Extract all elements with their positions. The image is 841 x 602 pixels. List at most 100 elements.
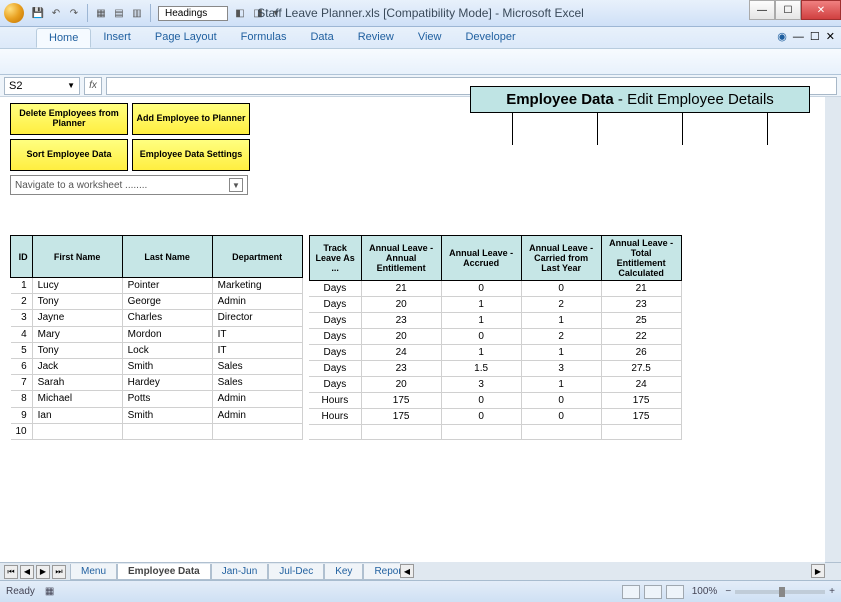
worksheet-area[interactable]: Delete Employees from Planner Add Employ…: [0, 97, 841, 580]
cell[interactable]: 8: [11, 391, 33, 407]
cell[interactable]: Sales: [212, 358, 302, 374]
cell[interactable]: [361, 425, 441, 440]
normal-view-button[interactable]: [622, 585, 640, 599]
cell[interactable]: Lucy: [32, 278, 122, 294]
cell[interactable]: 1: [521, 377, 601, 393]
table-row[interactable]: Days231125: [309, 313, 681, 329]
employee-settings-button[interactable]: Employee Data Settings: [132, 139, 250, 171]
cell[interactable]: 9: [11, 407, 33, 423]
cell[interactable]: 4: [11, 326, 33, 342]
zoom-slider[interactable]: [735, 590, 825, 594]
cell[interactable]: Jayne: [32, 310, 122, 326]
cell[interactable]: Tony: [32, 342, 122, 358]
delete-employees-button[interactable]: Delete Employees from Planner: [10, 103, 128, 135]
col-header[interactable]: Annual Leave - Total Entitlement Calcula…: [601, 236, 681, 281]
table-row[interactable]: 2TonyGeorgeAdmin: [11, 294, 303, 310]
cell[interactable]: 1: [441, 313, 521, 329]
close-workbook-icon[interactable]: ✕: [826, 30, 835, 43]
navigate-worksheet-combo[interactable]: Navigate to a worksheet ........ ▼: [10, 175, 248, 195]
cell[interactable]: Mary: [32, 326, 122, 342]
ribbon-tab-insert[interactable]: Insert: [91, 28, 143, 48]
vertical-scrollbar[interactable]: [825, 97, 841, 562]
sheet-tab-menu[interactable]: Menu: [70, 564, 117, 580]
cell[interactable]: 1: [441, 297, 521, 313]
cell[interactable]: Days: [309, 313, 361, 329]
sort-employee-button[interactable]: Sort Employee Data: [10, 139, 128, 171]
employee-table-left[interactable]: IDFirst NameLast NameDepartment 1LucyPoi…: [10, 235, 303, 440]
cell[interactable]: 7: [11, 375, 33, 391]
restore-window-icon[interactable]: ☐: [810, 30, 820, 43]
cell[interactable]: 10: [11, 423, 33, 439]
table-row[interactable]: Days203124: [309, 377, 681, 393]
table-row[interactable]: 6JackSmithSales: [11, 358, 303, 374]
cell[interactable]: 21: [361, 281, 441, 297]
cell[interactable]: Days: [309, 345, 361, 361]
cell[interactable]: 24: [361, 345, 441, 361]
cell[interactable]: 3: [11, 310, 33, 326]
redo-icon[interactable]: ↷: [66, 5, 82, 21]
minimize-ribbon-icon[interactable]: —: [793, 31, 804, 43]
cell[interactable]: 0: [441, 281, 521, 297]
table-row[interactable]: 5TonyLockIT: [11, 342, 303, 358]
ribbon-tab-developer[interactable]: Developer: [453, 28, 527, 48]
cell[interactable]: 6: [11, 358, 33, 374]
cell[interactable]: 23: [361, 313, 441, 329]
cell[interactable]: Days: [309, 361, 361, 377]
qat-icon[interactable]: ▤: [111, 5, 127, 21]
cell[interactable]: [32, 423, 122, 439]
cell[interactable]: Days: [309, 329, 361, 345]
cell[interactable]: Ian: [32, 407, 122, 423]
cell[interactable]: Director: [212, 310, 302, 326]
cell[interactable]: Days: [309, 297, 361, 313]
page-layout-view-button[interactable]: [644, 585, 662, 599]
maximize-button[interactable]: ☐: [775, 0, 801, 20]
ribbon-tab-data[interactable]: Data: [298, 28, 345, 48]
table-row[interactable]: 9IanSmithAdmin: [11, 407, 303, 423]
cell[interactable]: 24: [601, 377, 681, 393]
qat-icon[interactable]: ◧: [232, 5, 248, 21]
cell[interactable]: Jack: [32, 358, 122, 374]
cell[interactable]: Admin: [212, 294, 302, 310]
table-row[interactable]: Hours17500175: [309, 393, 681, 409]
cell[interactable]: Michael: [32, 391, 122, 407]
cell[interactable]: 175: [361, 409, 441, 425]
table-row[interactable]: Days201223: [309, 297, 681, 313]
col-header[interactable]: ID: [11, 236, 33, 278]
cell[interactable]: Sarah: [32, 375, 122, 391]
cell[interactable]: 20: [361, 297, 441, 313]
table-row[interactable]: Days241126: [309, 345, 681, 361]
close-button[interactable]: ✕: [801, 0, 841, 20]
fx-button[interactable]: fx: [84, 77, 102, 95]
col-header[interactable]: Department: [212, 236, 302, 278]
scroll-right-icon[interactable]: ▶: [811, 564, 825, 578]
qat-icon[interactable]: ▦: [93, 5, 109, 21]
col-header[interactable]: Track Leave As ...: [309, 236, 361, 281]
table-row[interactable]: Hours17500175: [309, 409, 681, 425]
cell[interactable]: IT: [212, 342, 302, 358]
cell[interactable]: Smith: [122, 358, 212, 374]
tab-nav-prev-icon[interactable]: ◀: [20, 565, 34, 579]
cell[interactable]: Charles: [122, 310, 212, 326]
cell[interactable]: 25: [601, 313, 681, 329]
cell[interactable]: 2: [11, 294, 33, 310]
undo-icon[interactable]: ↶: [48, 5, 64, 21]
cell[interactable]: 0: [441, 329, 521, 345]
table-row[interactable]: 8MichaelPottsAdmin: [11, 391, 303, 407]
cell[interactable]: Admin: [212, 407, 302, 423]
cell[interactable]: Hours: [309, 393, 361, 409]
cell[interactable]: 23: [361, 361, 441, 377]
table-row[interactable]: Days200222: [309, 329, 681, 345]
cell[interactable]: George: [122, 294, 212, 310]
cell[interactable]: Mordon: [122, 326, 212, 342]
cell[interactable]: 26: [601, 345, 681, 361]
cell[interactable]: 1: [521, 313, 601, 329]
cell[interactable]: Hours: [309, 409, 361, 425]
cell[interactable]: 2: [521, 297, 601, 313]
cell[interactable]: 1: [521, 345, 601, 361]
add-employee-button[interactable]: Add Employee to Planner: [132, 103, 250, 135]
cell[interactable]: Admin: [212, 391, 302, 407]
office-button[interactable]: [4, 3, 24, 23]
cell[interactable]: Potts: [122, 391, 212, 407]
cell[interactable]: 22: [601, 329, 681, 345]
col-header[interactable]: Annual Leave - Carried from Last Year: [521, 236, 601, 281]
